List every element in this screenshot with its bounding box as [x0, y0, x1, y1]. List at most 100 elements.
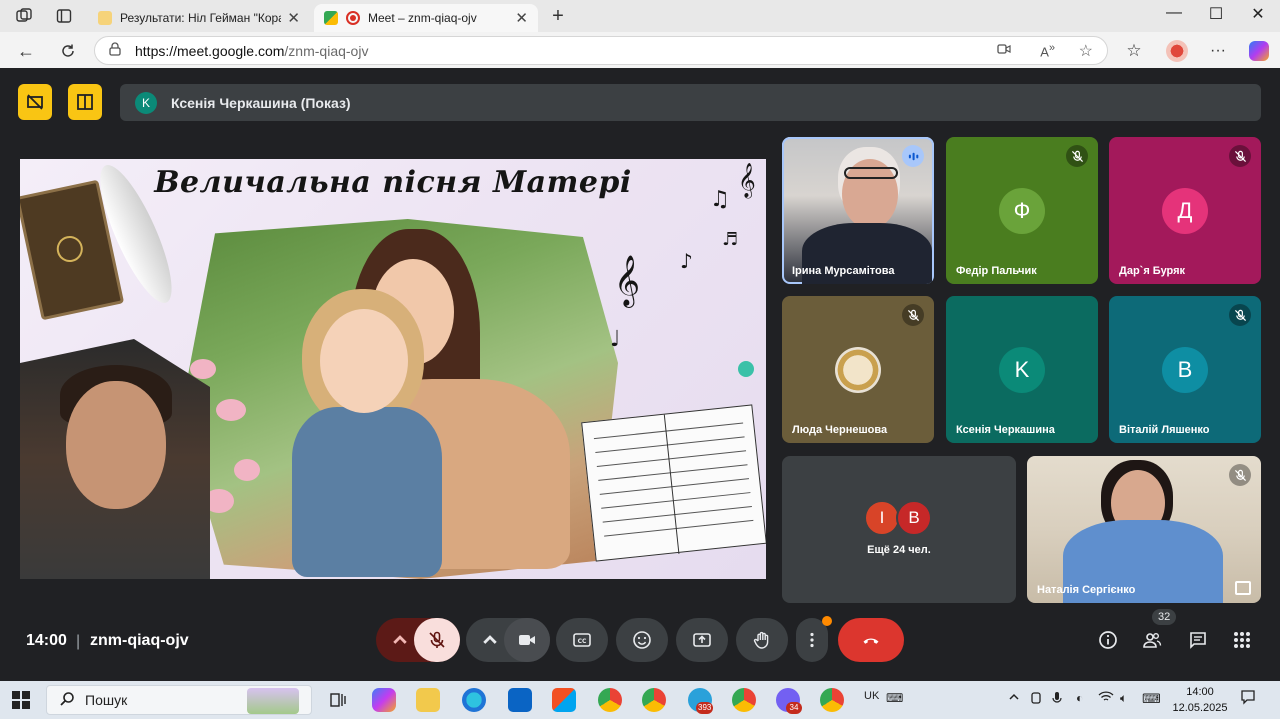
- pip-icon[interactable]: [1235, 581, 1251, 595]
- tab-meet[interactable]: Meet – znm-qiaq-ojv ✕: [314, 4, 538, 32]
- maximize-button[interactable]: ☐: [1196, 4, 1236, 24]
- file-explorer-icon[interactable]: [416, 688, 440, 712]
- mic-muted-icon: [902, 304, 924, 326]
- chrome-profile-icon[interactable]: [732, 688, 756, 712]
- participant-tile[interactable]: В Віталій Ляшенко: [1109, 296, 1261, 443]
- copilot-icon[interactable]: [1246, 38, 1272, 64]
- chrome-profile-icon[interactable]: [820, 688, 844, 712]
- svg-text:CC: CC: [578, 638, 587, 645]
- music-note-icon: ♪: [680, 249, 693, 273]
- participant-avatar: В: [1162, 346, 1208, 393]
- activities-icon[interactable]: [1230, 628, 1254, 652]
- profile-avatar[interactable]: [1164, 38, 1190, 64]
- presenter-bar: K Ксенія Черкашина (Показ): [120, 84, 1261, 121]
- leave-call-button[interactable]: [838, 618, 904, 662]
- keyboard-layout-icon[interactable]: ⌨: [886, 691, 903, 705]
- notification-dot-icon: [822, 616, 832, 626]
- windows-start-icon[interactable]: [12, 691, 30, 709]
- chrome-profile-icon[interactable]: [642, 688, 666, 712]
- close-tab-icon[interactable]: ✕: [515, 9, 528, 27]
- meeting-info-icon[interactable]: [1096, 628, 1120, 652]
- sheet-music-illustration: [581, 404, 766, 562]
- participant-tile[interactable]: Д Дар`я Буряк: [1109, 137, 1261, 284]
- people-icon[interactable]: [1140, 628, 1164, 652]
- taskbar-clock[interactable]: 14:00 12.05.2025: [1170, 684, 1230, 716]
- camera-in-use-icon[interactable]: [1030, 691, 1042, 708]
- viber-badge: 34: [786, 702, 802, 714]
- close-window-button[interactable]: ✕: [1238, 4, 1278, 24]
- search-label: Пошук: [85, 692, 128, 708]
- chat-icon[interactable]: [1186, 628, 1210, 652]
- search-icon: [59, 691, 75, 710]
- mic-off-button[interactable]: [414, 618, 460, 662]
- more-options-button[interactable]: [796, 616, 832, 662]
- participant-tile[interactable]: Ірина Мурсамітова: [782, 137, 934, 284]
- present-screen-button[interactable]: [676, 618, 728, 662]
- participant-tile[interactable]: Ф Федір Пальчик: [946, 137, 1098, 284]
- back-arrow-icon[interactable]: ←: [14, 40, 38, 62]
- chevron-up-icon[interactable]: [390, 630, 410, 655]
- participant-name: Ксенія Черкашина: [956, 424, 1055, 436]
- tab-actions-icon[interactable]: [52, 6, 76, 26]
- notifications-icon[interactable]: [1240, 689, 1256, 708]
- mic-muted-icon: [1066, 145, 1088, 167]
- meeting-code: znm-qiaq-ojv: [90, 632, 189, 649]
- chevron-up-icon[interactable]: [480, 630, 500, 655]
- task-view-icon[interactable]: [326, 688, 350, 712]
- edge-browser-icon[interactable]: [462, 688, 486, 712]
- hide-video-button[interactable]: [18, 84, 52, 120]
- others-tile[interactable]: І В Ещё 24 чел.: [782, 456, 1016, 603]
- microphone-icon[interactable]: [1052, 691, 1062, 708]
- keyboard-icon[interactable]: ⌨: [1142, 691, 1161, 707]
- reload-icon[interactable]: [56, 40, 80, 62]
- read-aloud-icon[interactable]: A»: [1040, 42, 1055, 59]
- taskbar-search[interactable]: Пошук: [46, 685, 312, 715]
- store-icon[interactable]: [552, 688, 576, 712]
- glasses-icon: [844, 167, 898, 179]
- favorites-icon[interactable]: ☆: [1122, 40, 1146, 62]
- camera-permission-icon[interactable]: [997, 43, 1011, 58]
- participant-tile[interactable]: Наталія Сергієнко: [1027, 456, 1261, 603]
- chrome-icon[interactable]: [598, 688, 622, 712]
- portrait-face: [66, 381, 166, 509]
- participant-name: Наталія Сергієнко: [1037, 584, 1136, 596]
- layout-button[interactable]: [68, 84, 102, 120]
- emoji-button[interactable]: [616, 618, 668, 662]
- camera-button[interactable]: [504, 618, 550, 662]
- presenter-title: Ксенія Черкашина (Показ): [171, 94, 351, 111]
- meet-favicon-icon: [324, 11, 338, 25]
- participant-tile[interactable]: Люда Чернешова: [782, 296, 934, 443]
- workspaces-icon[interactable]: [12, 6, 36, 26]
- recording-icon: [346, 11, 360, 25]
- url-host: https://meet.google.com: [135, 42, 285, 59]
- chevron-up-icon[interactable]: [1008, 691, 1020, 706]
- presenter-avatar: K: [135, 91, 157, 114]
- tab-search-results[interactable]: Результати: Ніл Гейман "Коралін ✕: [88, 4, 310, 32]
- participant-tile[interactable]: K Ксенія Черкашина: [946, 296, 1098, 443]
- headset-icon[interactable]: ◐: [1076, 691, 1083, 705]
- outlook-icon[interactable]: [508, 688, 532, 712]
- participant-name: Федір Пальчик: [956, 265, 1037, 277]
- clock-time: 14:00: [1186, 686, 1214, 698]
- close-tab-icon[interactable]: ✕: [287, 9, 300, 27]
- language-indicator[interactable]: UK: [864, 690, 879, 702]
- favorite-star-icon[interactable]: ☆: [1079, 41, 1093, 61]
- camera-control-group: [466, 618, 550, 662]
- tab-label: Meet – znm-qiaq-ojv: [368, 11, 477, 25]
- blossom: [216, 399, 246, 421]
- mic-muted-icon: [1229, 304, 1251, 326]
- address-bar[interactable]: https://meet.google.com /znm-qiaq-ojv A»…: [94, 36, 1108, 65]
- captions-button[interactable]: CC: [556, 618, 608, 662]
- copilot-app-icon[interactable]: [372, 688, 396, 712]
- meet-window: K Ксенія Черкашина (Показ) 𝄞 ♫ 𝄞 ♪ ♩ ♬ В…: [4, 68, 1276, 679]
- participant-avatar: Ф: [999, 187, 1045, 234]
- volume-icon[interactable]: 🔈︎: [1120, 691, 1127, 706]
- more-menu-icon[interactable]: ···: [1206, 40, 1230, 62]
- participant-avatar: Д: [1162, 187, 1208, 234]
- music-note-icon: ♩: [610, 327, 621, 352]
- minimize-button[interactable]: —: [1154, 4, 1194, 22]
- new-tab-button[interactable]: +: [546, 4, 570, 28]
- wifi-icon[interactable]: [1098, 691, 1114, 706]
- mic-muted-icon: [1229, 145, 1251, 167]
- raise-hand-button[interactable]: [736, 618, 788, 662]
